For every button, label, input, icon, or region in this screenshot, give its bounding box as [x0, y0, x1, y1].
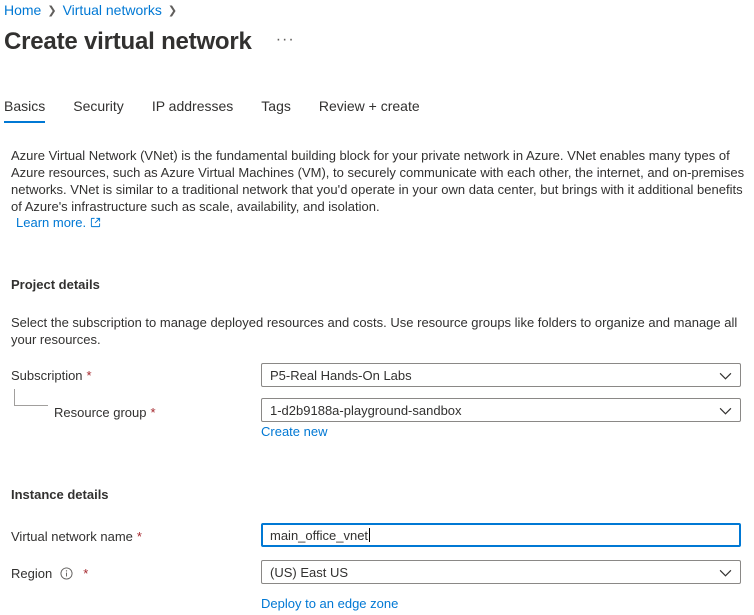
vnet-name-input[interactable]: main_office_vnet: [261, 523, 741, 547]
required-marker: *: [136, 529, 142, 544]
chevron-down-icon: [719, 372, 732, 380]
project-details-description: Select the subscription to manage deploy…: [11, 315, 738, 347]
subscription-value: P5-Real Hands-On Labs: [270, 367, 412, 383]
region-label-text: Region: [11, 566, 53, 581]
region-value: (US) East US: [270, 564, 349, 580]
required-marker: *: [86, 368, 92, 383]
tab-review-create[interactable]: Review + create: [319, 98, 420, 123]
resource-group-label: Resource group *: [54, 405, 156, 420]
page-title: Create virtual network: [4, 28, 252, 55]
instance-details-heading: Instance details: [11, 487, 109, 502]
info-icon[interactable]: [60, 567, 73, 580]
more-options-button[interactable]: ···: [276, 31, 295, 49]
chevron-right-icon: ❯: [47, 4, 57, 17]
vnet-name-value: main_office_vnet: [270, 527, 369, 543]
breadcrumb-virtual-networks[interactable]: Virtual networks: [63, 2, 162, 18]
required-marker: *: [150, 405, 156, 420]
region-dropdown[interactable]: (US) East US: [261, 560, 741, 584]
subscription-dropdown[interactable]: P5-Real Hands-On Labs: [261, 363, 741, 387]
subscription-label: Subscription *: [11, 368, 92, 383]
resource-group-dropdown[interactable]: 1-d2b9188a-playground-sandbox: [261, 398, 741, 422]
tab-basics[interactable]: Basics: [4, 98, 46, 123]
resource-group-label-text: Resource group: [54, 405, 147, 420]
region-label: Region *: [11, 566, 88, 581]
text-cursor: [369, 528, 371, 542]
breadcrumb-home[interactable]: Home: [4, 2, 41, 18]
learn-more-link[interactable]: Learn more.: [16, 215, 101, 230]
resource-group-value: 1-d2b9188a-playground-sandbox: [270, 402, 462, 418]
learn-more-label: Learn more.: [16, 215, 87, 230]
title-row: Create virtual network ···: [4, 28, 295, 56]
required-marker: *: [83, 566, 89, 581]
chevron-down-icon: [719, 407, 732, 415]
create-new-link[interactable]: Create new: [261, 424, 327, 439]
intro-text: Azure Virtual Network (VNet) is the fund…: [11, 148, 745, 214]
deploy-edge-zone-link[interactable]: Deploy to an edge zone: [261, 596, 398, 611]
tab-bar: Basics Security IP addresses Tags Review…: [4, 98, 448, 123]
tab-tags[interactable]: Tags: [261, 98, 291, 123]
tree-connector: [14, 389, 48, 406]
subscription-label-text: Subscription: [11, 368, 83, 383]
project-details-heading: Project details: [11, 277, 100, 292]
vnet-name-label-text: Virtual network name: [11, 529, 133, 544]
external-link-icon: [91, 217, 101, 228]
chevron-right-icon: ❯: [167, 4, 178, 17]
breadcrumb: Home ❯ Virtual networks ❯: [4, 2, 177, 18]
tab-security[interactable]: Security: [73, 98, 124, 123]
chevron-down-icon: [719, 569, 732, 577]
vnet-name-label: Virtual network name *: [11, 529, 142, 544]
tab-ip-addresses[interactable]: IP addresses: [152, 98, 233, 123]
